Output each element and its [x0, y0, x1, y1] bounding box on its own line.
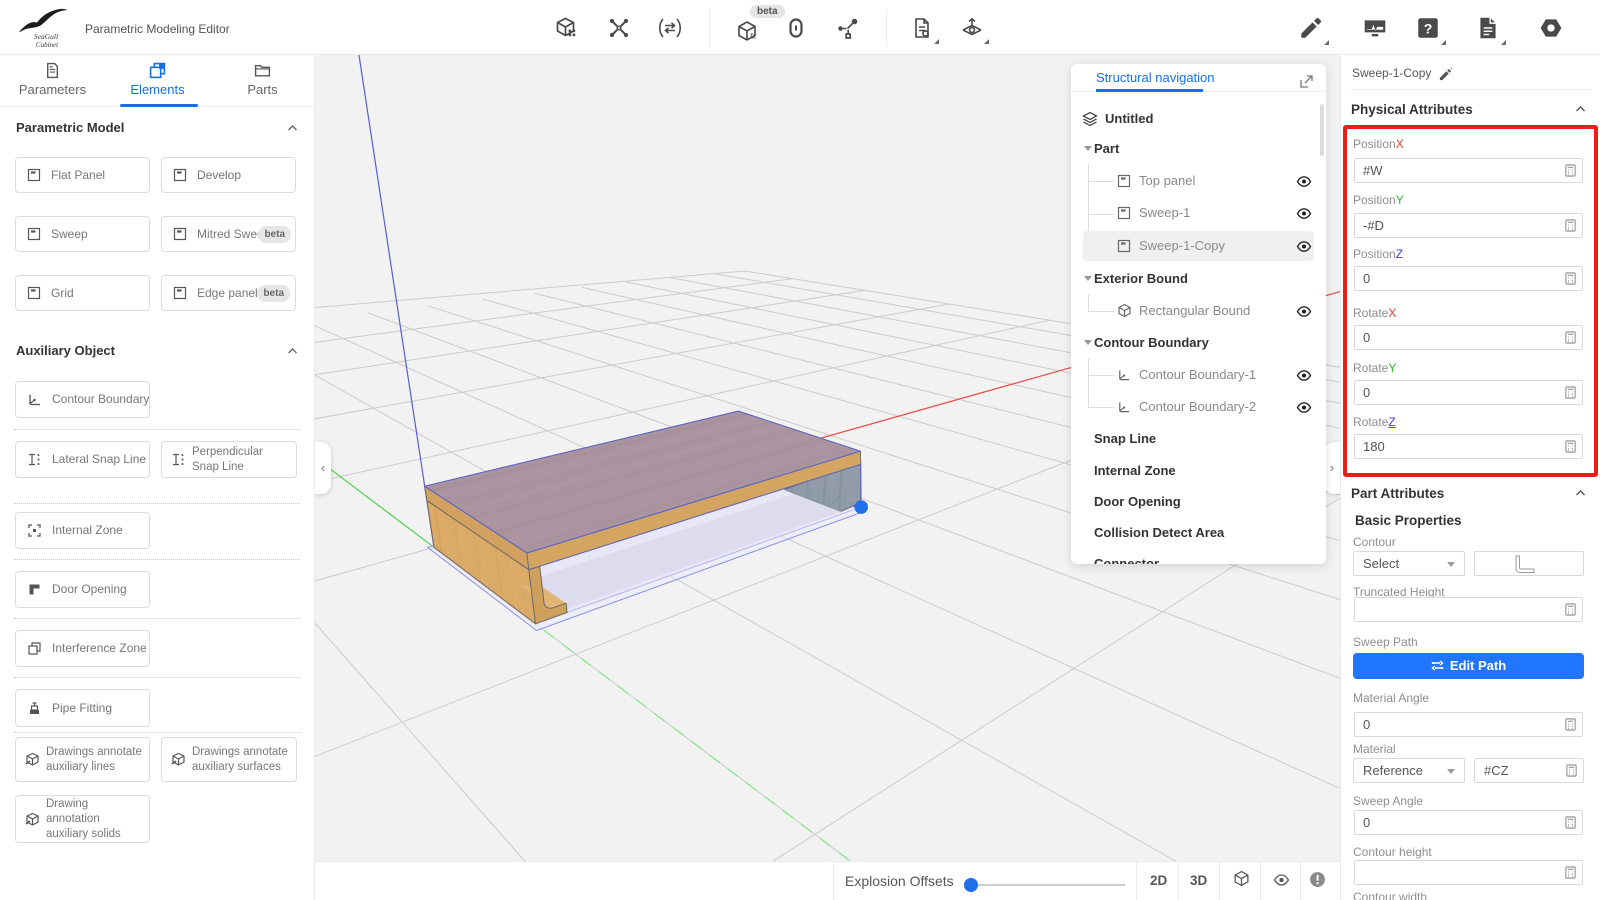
svg-text:?: ?	[1424, 20, 1433, 36]
svg-text:SeaGull: SeaGull	[34, 32, 58, 41]
svg-text:Cabinet: Cabinet	[36, 41, 59, 49]
svg-text:fx: fx	[750, 32, 757, 41]
